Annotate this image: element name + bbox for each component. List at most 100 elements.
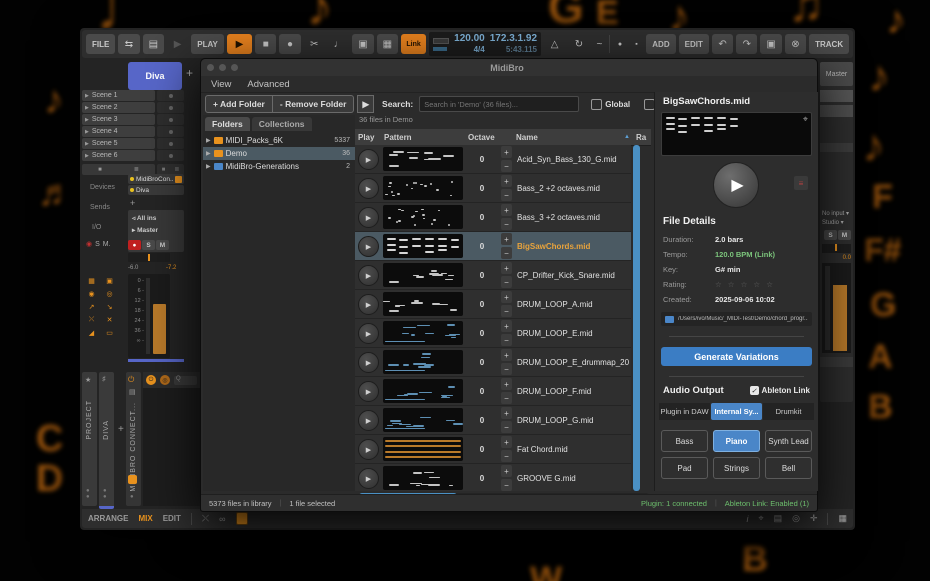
master-pan-slider[interactable]	[822, 244, 851, 253]
automation-icon[interactable]: ✂	[304, 34, 325, 54]
menu-advanced[interactable]: Advanced	[247, 79, 289, 90]
drag-midi-icon[interactable]: ≡	[794, 176, 808, 190]
octave-up-button[interactable]: +	[501, 262, 512, 274]
record-button[interactable]: ●	[279, 34, 300, 54]
new-file-icon[interactable]: ▤	[143, 34, 164, 54]
octave-up-button[interactable]: +	[501, 291, 512, 303]
add-folder-button[interactable]: + Add Folder	[205, 95, 273, 113]
table-row[interactable]: ▶0+−DRUM_LOOP_E_drummap_202...	[355, 348, 631, 377]
col-name[interactable]: Name	[516, 133, 624, 142]
stamp-icon[interactable]: ♩	[328, 34, 349, 54]
octave-down-button[interactable]: −	[501, 305, 512, 317]
device-enabled-dot[interactable]	[130, 177, 134, 181]
octave-up-button[interactable]: +	[501, 204, 512, 216]
octave-down-button[interactable]: −	[501, 218, 512, 230]
mute-button[interactable]: M	[156, 240, 169, 250]
fade-curve-icon[interactable]: ~	[593, 34, 607, 54]
level-meter[interactable]: 0 -6 -12 -18 -24 -36 -∞ -	[128, 274, 170, 358]
col-octave[interactable]: Octave	[468, 133, 516, 142]
master-solo-button[interactable]: S	[824, 230, 837, 240]
output-selector[interactable]: ▸ Master	[132, 226, 158, 234]
play-button[interactable]: ▶	[227, 34, 252, 54]
table-row[interactable]: ▶0+−DRUM_LOOP_E.mid	[355, 319, 631, 348]
tab-folders[interactable]: Folders	[205, 117, 250, 131]
scene-row[interactable]: ▶Scene 6	[82, 150, 155, 161]
output-mode-plugin-in-daw[interactable]: Plugin in DAW	[659, 403, 710, 420]
groove-icon[interactable]	[433, 47, 447, 51]
scene-play-icon[interactable]: ▶	[85, 117, 89, 123]
instrument-bell[interactable]: Bell	[765, 457, 812, 479]
instrument-bass[interactable]: Bass	[661, 430, 708, 452]
row-play-button[interactable]: ▶	[358, 236, 379, 257]
position-display[interactable]: 172.3.1.925:43.115	[490, 33, 537, 55]
dock-search-input[interactable]: Q	[174, 376, 197, 385]
keyboard-icon[interactable]: ▦	[838, 513, 847, 524]
add-device-button[interactable]: +	[130, 198, 135, 208]
octave-up-button[interactable]: +	[501, 378, 512, 390]
output-mode-drumkit[interactable]: Drumkit	[763, 403, 814, 420]
edit-menu-button[interactable]: EDIT	[679, 34, 709, 54]
mixer-icon[interactable]: ⤬	[86, 315, 97, 324]
scene-play-icon[interactable]: ▶	[85, 105, 89, 111]
tempo-tap-icon[interactable]	[433, 38, 449, 44]
octave-up-button[interactable]: +	[501, 436, 512, 448]
preview-play-button[interactable]: ▶	[713, 162, 759, 208]
pan-slider[interactable]	[128, 253, 170, 262]
instrument-strings[interactable]: Strings	[713, 457, 760, 479]
scene-play-icon[interactable]: ▶	[85, 153, 89, 159]
add-panel-button[interactable]: +	[118, 424, 124, 435]
octave-down-button[interactable]: −	[501, 334, 512, 346]
instrument-pad[interactable]: Pad	[661, 457, 708, 479]
scene-play-icon[interactable]: ▶	[85, 141, 89, 147]
folder-tree-item[interactable]: ▶MidiBro-Generations2	[203, 160, 355, 173]
scatter-icon[interactable]: ⤬	[202, 513, 209, 524]
col-pattern[interactable]: Pattern	[384, 133, 468, 142]
table-row[interactable]: ▶0+−GROOVE G.mid	[355, 464, 631, 491]
tempo-display[interactable]: 120.004/4	[454, 33, 485, 55]
track-header-diva[interactable]: Diva	[128, 62, 182, 90]
midibro-titlebar[interactable]: MidiBro	[201, 59, 817, 76]
octave-up-button[interactable]: +	[501, 175, 512, 187]
record-arm-button[interactable]: ●	[128, 240, 141, 250]
expand-arrow-icon[interactable]: ▶	[206, 137, 211, 144]
mixer-icon[interactable]: ▦	[86, 276, 97, 285]
scene-row[interactable]: ▶Scene 3	[82, 114, 155, 125]
octave-down-button[interactable]: −	[501, 421, 512, 433]
table-row[interactable]: ▶0+−DRUM_LOOP_G.mid	[355, 406, 631, 435]
mute-mini-icon[interactable]: M.	[103, 241, 111, 248]
octave-up-button[interactable]: +	[501, 465, 512, 477]
clip-launcher-icon[interactable]: ▣	[352, 34, 373, 54]
octave-down-button[interactable]: −	[501, 363, 512, 375]
notes-icon[interactable]: ▤	[774, 513, 783, 524]
remove-folder-button[interactable]: - Remove Folder	[273, 95, 355, 113]
metronome-icon[interactable]: △	[544, 34, 565, 54]
row-play-button[interactable]: ▶	[358, 468, 379, 489]
octave-down-button[interactable]: −	[501, 189, 512, 201]
octave-down-button[interactable]: −	[501, 392, 512, 404]
tab-midibro-connect[interactable]: ⏻ ▤ MIDIBRO CONNECT... ●	[126, 372, 141, 506]
mixer-icon[interactable]: ◉	[86, 289, 97, 298]
file-menu-button[interactable]: FILE	[86, 34, 115, 54]
output-mode-internal-sy-[interactable]: Internal Sy...	[711, 403, 762, 420]
clip-slot[interactable]	[157, 114, 184, 125]
table-row[interactable]: ▶0+−DRUM_LOOP_F.mid	[355, 377, 631, 406]
mixer-icon[interactable]: ↘	[104, 302, 115, 311]
midibro-dock-icon[interactable]	[236, 512, 248, 525]
clip-icon[interactable]: ▪	[630, 34, 644, 54]
sort-asc-icon[interactable]: ▲	[624, 134, 630, 140]
octave-down-button[interactable]: −	[501, 479, 512, 491]
chain-link-icon[interactable]: ∞	[219, 514, 225, 524]
clip-slot[interactable]	[157, 90, 184, 101]
clip-slot[interactable]	[157, 150, 184, 161]
row-play-button[interactable]: ▶	[358, 439, 379, 460]
copy-button[interactable]: ▣	[760, 34, 781, 54]
devices-label[interactable]: Devices	[90, 184, 115, 191]
table-row[interactable]: ▶0+−Fat Chord.mid	[355, 435, 631, 464]
table-row[interactable]: ▶0+−BigSawChords.mid	[355, 232, 631, 261]
clip-slot[interactable]	[157, 126, 184, 137]
monitor-icon[interactable]: ▦	[377, 34, 398, 54]
mixer-icon[interactable]: ▣	[104, 276, 115, 285]
view-tab-edit[interactable]: EDIT	[163, 514, 181, 523]
clip-slot[interactable]	[157, 102, 184, 113]
play-menu-button[interactable]: PLAY	[191, 34, 224, 54]
